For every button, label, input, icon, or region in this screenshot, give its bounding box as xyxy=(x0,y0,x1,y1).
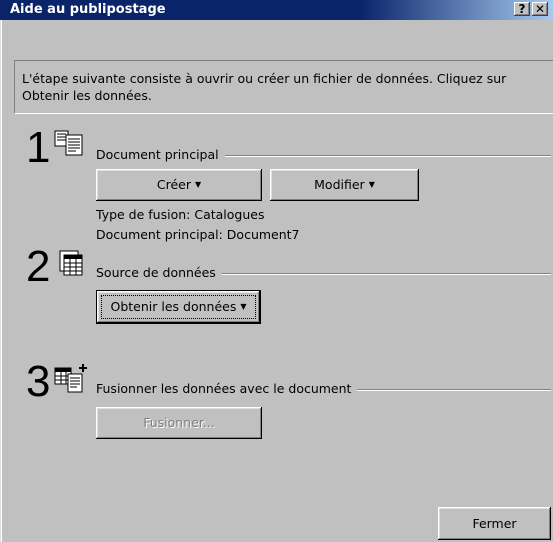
get-data-button[interactable]: Obtenir les données ▼ xyxy=(96,290,261,324)
modify-button[interactable]: Modifier ▼ xyxy=(270,169,419,201)
step-3-label: Fusionner les données avec le document xyxy=(96,381,358,397)
modify-button-label: Modifier xyxy=(314,177,365,192)
close-window-button[interactable]: ✕ xyxy=(532,2,548,16)
main-document-text: Document principal: Document7 xyxy=(96,227,300,242)
create-button[interactable]: Créer ▼ xyxy=(96,169,262,201)
window-title: Aide au publipostage xyxy=(10,2,166,17)
step-1-label: Document principal xyxy=(96,147,225,163)
dropdown-arrow-icon: ▼ xyxy=(194,180,202,189)
title-bar[interactable]: Aide au publipostage xyxy=(0,0,553,20)
merge-button[interactable]: Fusionner... xyxy=(96,407,262,439)
merge-icon xyxy=(54,364,87,393)
close-button[interactable]: Fermer xyxy=(438,507,551,540)
step-3-number: 3 xyxy=(26,357,51,406)
merge-button-label: Fusionner... xyxy=(143,415,215,430)
get-data-button-label: Obtenir les données xyxy=(110,299,237,314)
data-source-icon xyxy=(59,250,83,276)
dialog-border xyxy=(0,20,2,542)
step-1-number: 1 xyxy=(26,123,51,172)
step-2-number: 2 xyxy=(26,242,51,291)
dropdown-arrow-icon: ▼ xyxy=(368,180,375,189)
help-button[interactable]: ? xyxy=(514,2,530,16)
step-2-label: Source de données xyxy=(96,265,222,281)
create-button-label: Créer xyxy=(156,177,191,192)
main-document-icon xyxy=(54,130,83,156)
merge-type-text: Type de fusion: Catalogues xyxy=(96,207,265,222)
close-button-label: Fermer xyxy=(472,516,517,531)
info-text: L'étape suivante consiste à ouvrir ou cr… xyxy=(22,71,507,103)
